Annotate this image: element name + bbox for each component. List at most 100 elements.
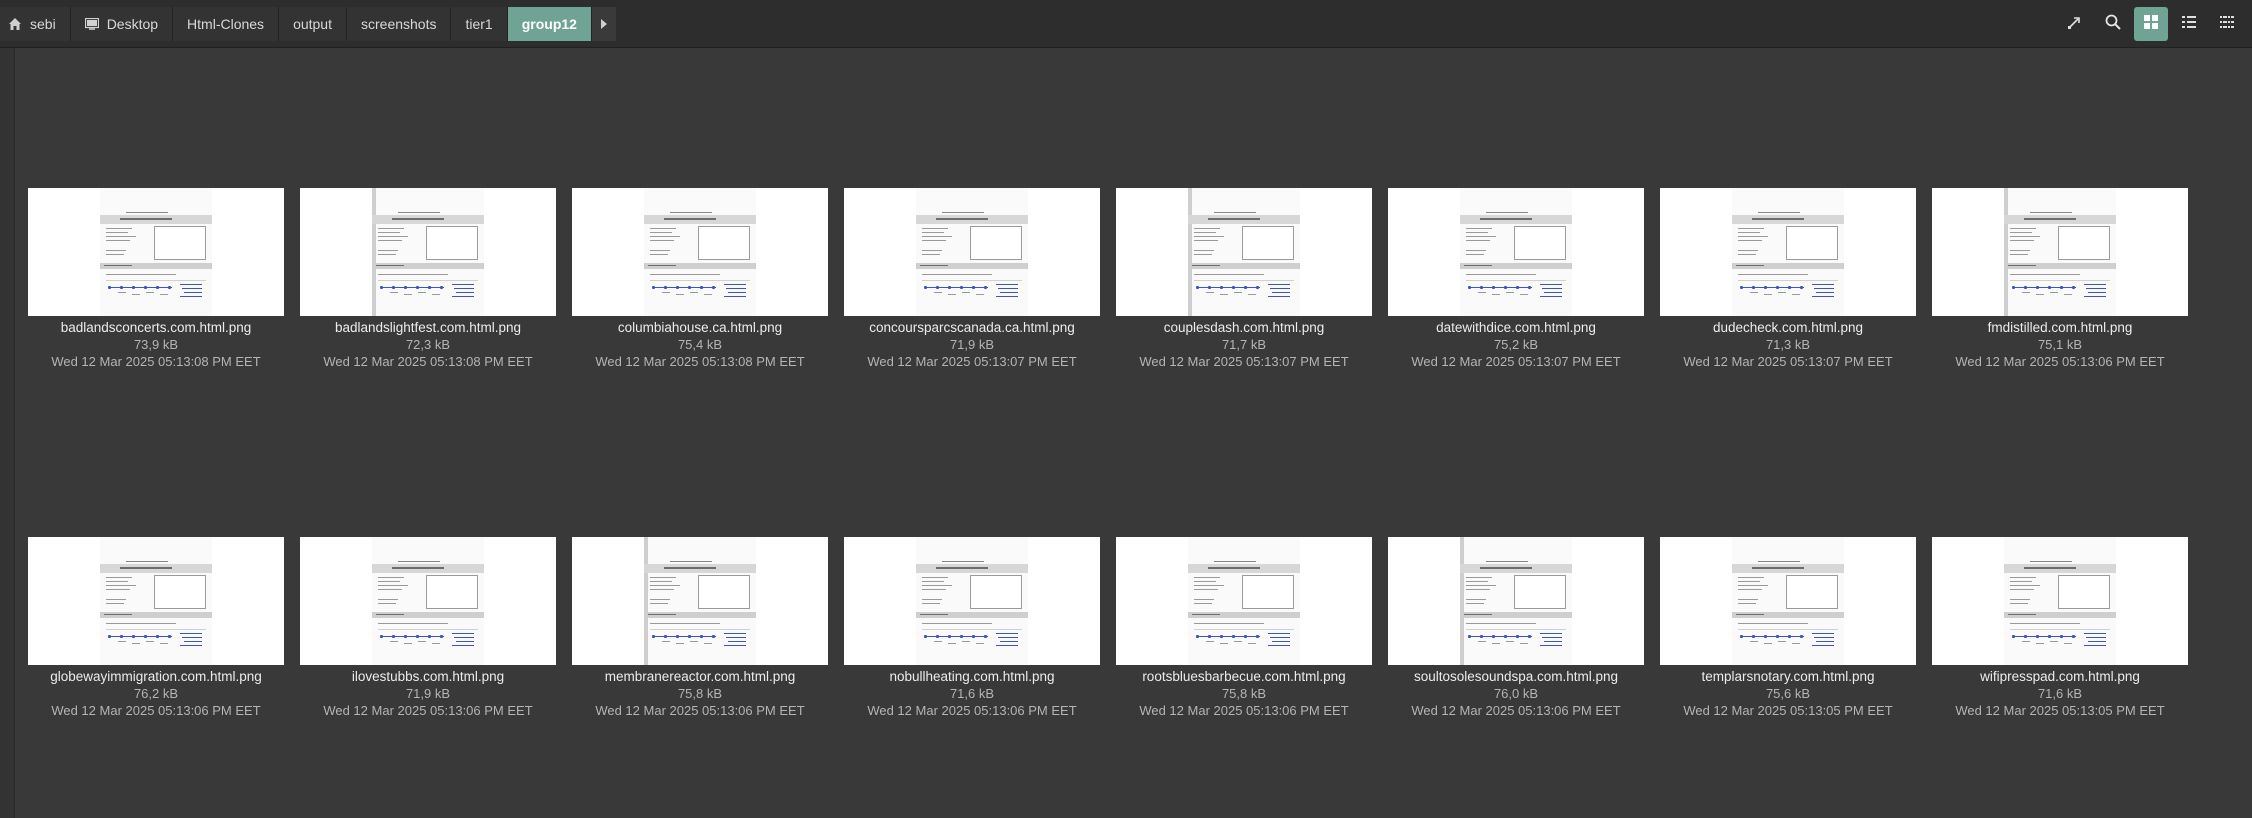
breadcrumb-label: screenshots — [361, 16, 437, 32]
file-date: Wed 12 Mar 2025 05:13:06 PM EET — [51, 703, 261, 718]
file-size: 71,3 kB — [1765, 337, 1811, 352]
page-preview — [2004, 537, 2116, 665]
file-thumbnail[interactable] — [1116, 188, 1372, 316]
file-name: globewayimmigration.com.html.png — [50, 669, 262, 684]
file-date: Wed 12 Mar 2025 05:13:06 PM EET — [1139, 703, 1349, 718]
file-date: Wed 12 Mar 2025 05:13:06 PM EET — [323, 703, 533, 718]
location-toggle-button[interactable] — [2058, 7, 2092, 41]
file-thumbnail[interactable] — [572, 537, 828, 665]
breadcrumb-item-tier1[interactable]: tier1 — [451, 7, 508, 41]
file-thumbnail[interactable] — [844, 188, 1100, 316]
file-size: 73,9 kB — [133, 337, 179, 352]
breadcrumb-item-group12[interactable]: group12 — [507, 7, 592, 41]
file-name: datewithdice.com.html.png — [1436, 320, 1596, 335]
search-button[interactable] — [2096, 7, 2130, 41]
file-name: badlandslightfest.com.html.png — [334, 320, 522, 335]
breadcrumb-label: sebi — [30, 16, 56, 32]
file-date: Wed 12 Mar 2025 05:13:06 PM EET — [595, 703, 805, 718]
file-size: 75,2 kB — [1493, 337, 1539, 352]
file-name: concoursparcscanada.ca.html.png — [869, 320, 1075, 335]
page-preview — [1188, 537, 1300, 665]
breadcrumb-item-output[interactable]: output — [279, 7, 347, 41]
file-date: Wed 12 Mar 2025 05:13:06 PM EET — [1411, 703, 1621, 718]
location-icon — [2066, 13, 2084, 36]
file-thumbnail[interactable] — [572, 188, 828, 316]
file-date: Wed 12 Mar 2025 05:13:08 PM EET — [51, 354, 261, 369]
home-icon — [8, 17, 22, 31]
file-thumbnail[interactable] — [300, 188, 556, 316]
list-icon — [2181, 14, 2197, 35]
file-name: nobullheating.com.html.png — [889, 669, 1055, 684]
file-date: Wed 12 Mar 2025 05:13:07 PM EET — [1683, 354, 1893, 369]
file-thumbnail[interactable] — [300, 537, 556, 665]
page-preview — [644, 188, 756, 316]
file-name: fmdistilled.com.html.png — [1987, 320, 2133, 335]
file-thumbnail[interactable] — [28, 537, 284, 665]
file-name: rootsbluesbarbecue.com.html.png — [1142, 669, 1346, 684]
file-name: badlandsconcerts.com.html.png — [60, 320, 252, 335]
file-size: 71,9 kB — [405, 686, 451, 701]
file-name: membranereactor.com.html.png — [604, 669, 796, 684]
triangle-right-icon — [600, 19, 608, 29]
list-view-button[interactable] — [2172, 7, 2206, 41]
file-size: 75,8 kB — [1221, 686, 1267, 701]
file-thumbnail[interactable] — [1660, 188, 1916, 316]
page-preview — [1732, 537, 1844, 665]
breadcrumb-label: Desktop — [106, 16, 159, 32]
file-date: Wed 12 Mar 2025 05:13:06 PM EET — [1955, 354, 2165, 369]
view-toolbar — [2058, 7, 2244, 41]
breadcrumb-item-html-clones[interactable]: Html-Clones — [173, 7, 280, 41]
file-date: Wed 12 Mar 2025 05:13:07 PM EET — [1139, 354, 1349, 369]
file-name: templarsnotary.com.html.png — [1701, 669, 1875, 684]
page-preview — [1188, 188, 1300, 316]
breadcrumb-label: tier1 — [465, 16, 493, 32]
page-preview — [100, 188, 212, 316]
compact-view-button[interactable] — [2210, 7, 2244, 41]
compact-icon — [2219, 14, 2235, 35]
file-thumbnail[interactable] — [1116, 537, 1372, 665]
file-thumbnail[interactable] — [1388, 537, 1644, 665]
file-name: soultosolesoundspa.com.html.png — [1413, 669, 1619, 684]
file-name: couplesdash.com.html.png — [1163, 320, 1325, 335]
breadcrumb-forward-button[interactable] — [591, 7, 616, 41]
file-date: Wed 12 Mar 2025 05:13:07 PM EET — [1411, 354, 1621, 369]
file-date: Wed 12 Mar 2025 05:13:06 PM EET — [867, 703, 1077, 718]
file-name: dudecheck.com.html.png — [1712, 320, 1864, 335]
file-size: 72,3 kB — [405, 337, 451, 352]
file-thumbnail[interactable] — [1660, 537, 1916, 665]
file-size: 75,8 kB — [677, 686, 723, 701]
breadcrumb-item-desktop[interactable]: Desktop — [70, 7, 174, 41]
file-thumbnail[interactable] — [844, 537, 1100, 665]
icon-view-button[interactable] — [2134, 7, 2168, 41]
file-size: 76,2 kB — [133, 686, 179, 701]
breadcrumb-label: group12 — [521, 16, 577, 32]
file-size: 71,6 kB — [2037, 686, 2083, 701]
page-preview — [372, 188, 484, 316]
breadcrumb: sebi Desktop Html-Clones output screensh… — [0, 7, 616, 41]
file-date: Wed 12 Mar 2025 05:13:07 PM EET — [867, 354, 1077, 369]
file-date: Wed 12 Mar 2025 05:13:05 PM EET — [1683, 703, 1893, 718]
file-name: wifipresspad.com.html.png — [1980, 669, 2140, 684]
breadcrumb-label: Html-Clones — [187, 16, 265, 32]
file-date: Wed 12 Mar 2025 05:13:08 PM EET — [595, 354, 805, 369]
breadcrumb-item-screenshots[interactable]: screenshots — [347, 7, 452, 41]
page-preview — [1460, 188, 1572, 316]
breadcrumb-item-sebi[interactable]: sebi — [0, 7, 71, 41]
page-preview — [100, 537, 212, 665]
desktop-icon — [84, 18, 99, 30]
file-size: 75,6 kB — [1765, 686, 1811, 701]
file-size: 76,0 kB — [1493, 686, 1539, 701]
file-size: 71,9 kB — [949, 337, 995, 352]
page-preview — [916, 188, 1028, 316]
page-preview — [1732, 188, 1844, 316]
file-thumbnail[interactable] — [1932, 537, 2188, 665]
file-thumbnail[interactable] — [28, 188, 284, 316]
breadcrumb-label: output — [293, 16, 332, 32]
file-thumbnail[interactable] — [1932, 188, 2188, 316]
file-size: 71,6 kB — [949, 686, 995, 701]
file-thumbnail[interactable] — [1388, 188, 1644, 316]
page-preview — [644, 537, 756, 665]
search-icon — [2104, 13, 2122, 36]
file-size: 75,1 kB — [2037, 337, 2083, 352]
grid-icon — [2143, 14, 2159, 35]
